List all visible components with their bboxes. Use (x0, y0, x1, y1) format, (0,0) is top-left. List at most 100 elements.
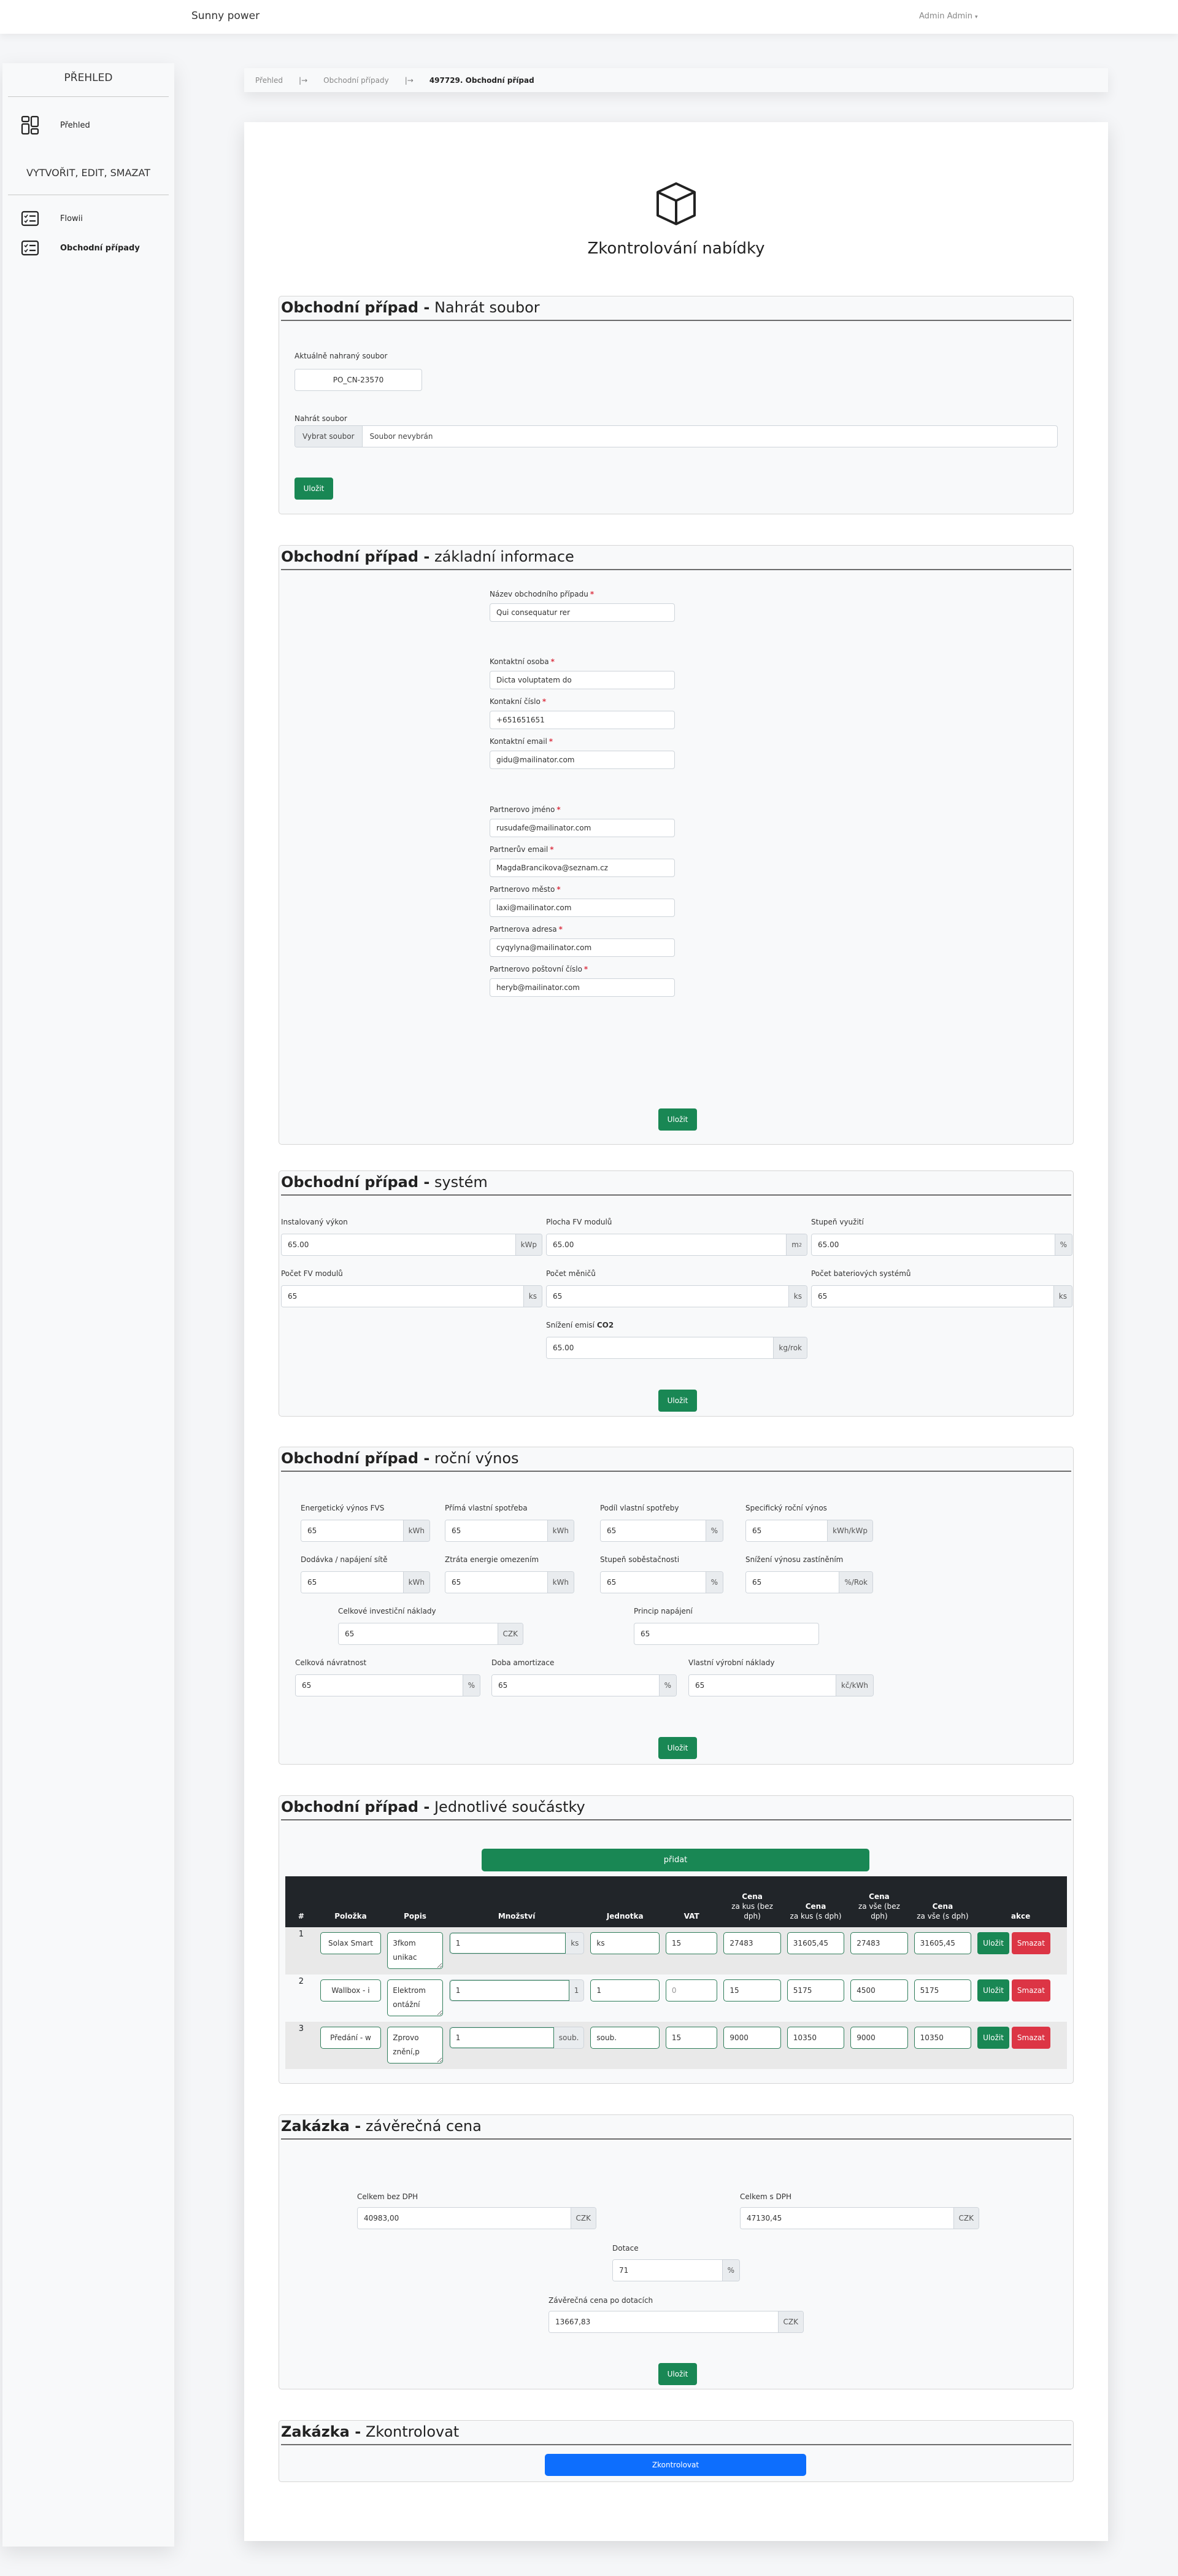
vat-input[interactable] (665, 1932, 718, 1954)
quantity-field[interactable]: ks (448, 1932, 585, 1954)
total-price-vat-input[interactable] (914, 1932, 972, 1954)
total-price-input[interactable] (850, 2027, 908, 2049)
current-file-field[interactable] (294, 369, 422, 391)
contact-person-input[interactable] (490, 671, 675, 689)
unit-input[interactable] (590, 2027, 660, 2049)
consumption-share-input[interactable] (601, 1520, 706, 1541)
total-price-vat-input[interactable] (914, 2027, 972, 2049)
unit-price-input[interactable] (723, 2027, 781, 2049)
partner-address-input[interactable] (490, 938, 675, 957)
contact-phone-input[interactable] (490, 711, 675, 729)
feed-principle-input[interactable] (634, 1623, 819, 1645)
total-with-vat-field[interactable]: CZK (740, 2207, 979, 2229)
amortization-period-input[interactable] (492, 1675, 659, 1696)
unit-price-vat-input[interactable] (787, 1979, 845, 2002)
description-textarea[interactable]: 3fkom unikac (387, 1932, 443, 1969)
quantity-field[interactable]: soub. (448, 2027, 585, 2049)
inverter-count-input[interactable] (547, 1286, 788, 1307)
sidebar-item-obchodni-pripady[interactable]: Obchodní případy (2, 233, 174, 263)
check-offer-button[interactable]: Zkontrolovat (545, 2454, 806, 2476)
save-upload-button[interactable]: Uložit (294, 478, 333, 500)
battery-count-field[interactable]: ks (811, 1285, 1072, 1307)
file-input[interactable]: Vybrat soubor Soubor nevybrán (294, 425, 1058, 447)
energy-yield-field[interactable]: kWh (301, 1520, 430, 1542)
description-textarea[interactable]: Zprovo znění,p (387, 2027, 443, 2064)
brand-name[interactable]: Sunny power (191, 10, 260, 22)
shading-loss-field[interactable]: %/Rok (745, 1571, 873, 1593)
consumption-share-field[interactable]: % (600, 1520, 723, 1542)
save-yield-button[interactable]: Uložit (658, 1737, 697, 1759)
investment-costs-field[interactable]: CZK (338, 1623, 523, 1645)
inverter-count-field[interactable]: ks (546, 1285, 807, 1307)
module-area-input[interactable] (547, 1234, 787, 1255)
save-final-price-button[interactable]: Uložit (658, 2363, 697, 2385)
unit-price-vat-input[interactable] (787, 2027, 845, 2049)
sidebar-item-prehled[interactable]: Přehled (2, 107, 174, 144)
row-save-button[interactable]: Uložit (977, 1932, 1009, 1954)
row-save-button[interactable]: Uložit (977, 2027, 1009, 2049)
sidebar-item-flowii[interactable]: Flowii (2, 204, 174, 233)
breadcrumb-link-prehled[interactable]: Přehled (255, 76, 283, 85)
total-price-vat-input[interactable] (914, 1979, 972, 2002)
vat-input[interactable] (665, 1979, 718, 2002)
partner-email-input[interactable] (490, 859, 675, 877)
total-price-input[interactable] (850, 1979, 908, 2002)
row-delete-button[interactable]: Smazat (1011, 1979, 1050, 2002)
unit-price-input[interactable] (723, 1932, 781, 1954)
contact-email-input[interactable] (490, 751, 675, 769)
utilization-input[interactable] (812, 1234, 1055, 1255)
total-with-vat-input[interactable] (741, 2208, 953, 2229)
description-textarea[interactable]: Elektrom ontážní (387, 1979, 443, 2016)
curtailment-loss-input[interactable] (445, 1572, 547, 1593)
direct-consumption-input[interactable] (445, 1520, 547, 1541)
installed-power-input[interactable] (282, 1234, 515, 1255)
grid-feed-field[interactable]: kWh (301, 1571, 430, 1593)
deal-name-input[interactable] (490, 603, 675, 622)
quantity-input[interactable] (449, 2027, 554, 2048)
installed-power-field[interactable]: kWp (281, 1234, 542, 1256)
final-price-input[interactable] (549, 2311, 778, 2332)
save-system-button[interactable]: Uložit (658, 1390, 697, 1412)
choose-file-button[interactable]: Vybrat soubor (295, 426, 363, 447)
specific-yield-field[interactable]: kWh/kWp (745, 1520, 873, 1542)
user-menu-dropdown[interactable]: Admin Admin ▾ (919, 12, 978, 21)
grid-feed-input[interactable] (301, 1572, 403, 1593)
unit-price-input[interactable] (723, 1979, 781, 2002)
unit-input[interactable] (590, 1979, 660, 2002)
row-save-button[interactable]: Uložit (977, 1979, 1009, 2002)
save-basic-info-button[interactable]: Uložit (658, 1108, 697, 1131)
curtailment-loss-field[interactable]: kWh (445, 1571, 574, 1593)
co2-reduction-field[interactable]: kg/rok (546, 1337, 807, 1359)
module-count-input[interactable] (282, 1286, 523, 1307)
specific-yield-input[interactable] (746, 1520, 828, 1541)
module-area-field[interactable]: m2 (546, 1234, 807, 1256)
item-name-input[interactable] (320, 1979, 382, 2002)
total-without-vat-field[interactable]: CZK (357, 2207, 596, 2229)
total-price-input[interactable] (850, 1932, 908, 1954)
co2-reduction-input[interactable] (547, 1337, 774, 1358)
row-delete-button[interactable]: Smazat (1011, 1932, 1050, 1954)
partner-postal-code-input[interactable] (490, 978, 675, 997)
self-sufficiency-field[interactable]: % (600, 1571, 723, 1593)
utilization-field[interactable]: % (811, 1234, 1072, 1256)
quantity-input[interactable] (449, 1933, 566, 1954)
partner-city-input[interactable] (490, 899, 675, 917)
final-price-field[interactable]: CZK (549, 2311, 804, 2333)
module-count-field[interactable]: ks (281, 1285, 542, 1307)
item-name-input[interactable] (320, 1932, 382, 1954)
direct-consumption-field[interactable]: kWh (445, 1520, 574, 1542)
total-without-vat-input[interactable] (358, 2208, 571, 2229)
energy-yield-input[interactable] (301, 1520, 403, 1541)
quantity-input[interactable] (449, 1980, 569, 2001)
breadcrumb-link-obchodni-pripady[interactable]: Obchodní případy (323, 76, 389, 85)
total-return-input[interactable] (296, 1675, 463, 1696)
quantity-field[interactable]: 1 (448, 1979, 585, 2002)
total-return-field[interactable]: % (295, 1674, 480, 1696)
vat-input[interactable] (665, 2027, 718, 2049)
unit-price-vat-input[interactable] (787, 1932, 845, 1954)
partner-name-input[interactable] (490, 819, 675, 837)
subsidy-field[interactable]: % (612, 2259, 740, 2281)
production-costs-field[interactable]: kč/kWh (688, 1674, 874, 1696)
amortization-period-field[interactable]: % (491, 1674, 677, 1696)
battery-count-input[interactable] (812, 1286, 1053, 1307)
